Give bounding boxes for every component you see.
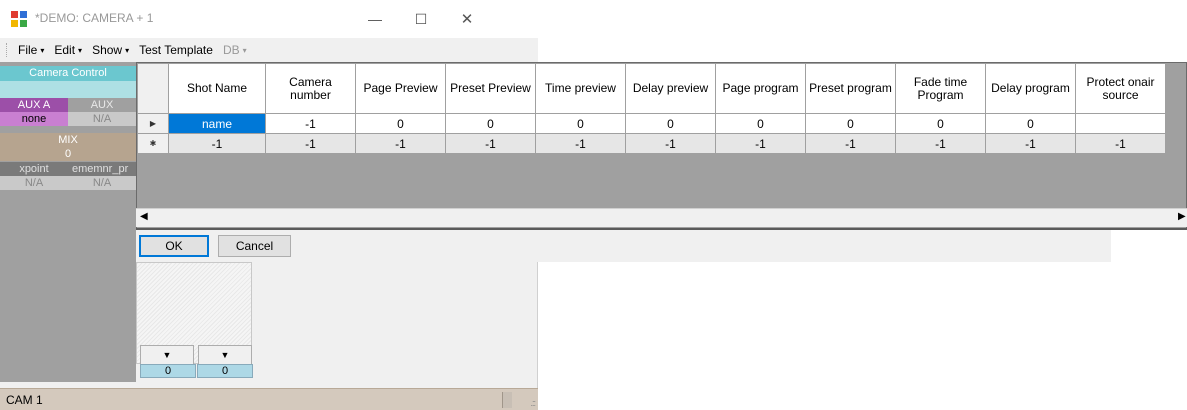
- menu-db[interactable]: DB ▾: [218, 43, 252, 57]
- cancel-button[interactable]: Cancel: [218, 235, 291, 257]
- menu-file[interactable]: File ▾: [13, 43, 49, 57]
- column-header[interactable]: Page program: [715, 63, 806, 114]
- dropdown-1[interactable]: ▼: [140, 345, 194, 365]
- aux-label[interactable]: AUX: [68, 98, 136, 112]
- aux-a-label[interactable]: AUX A: [0, 98, 68, 112]
- table-cell[interactable]: 0: [445, 113, 536, 134]
- column-header[interactable]: Preset program: [805, 63, 896, 114]
- column-header[interactable]: Preset Preview: [445, 63, 536, 114]
- new-row-icon[interactable]: ✱: [137, 133, 169, 154]
- table-cell[interactable]: 0: [715, 113, 806, 134]
- camera-control-panel: Camera Control AUX A AUX none N/A MIX 0 …: [0, 62, 136, 382]
- horizontal-scrollbar[interactable]: ◀ ▶: [136, 208, 1187, 227]
- table-cell[interactable]: -1: [985, 133, 1076, 154]
- chevron-down-icon: ▾: [78, 46, 83, 55]
- table-cell[interactable]: -1: [265, 113, 356, 134]
- chevron-down-icon: ▾: [40, 46, 45, 55]
- table-cell[interactable]: 0: [985, 113, 1076, 134]
- ememnr-value[interactable]: N/A: [68, 176, 136, 190]
- dropdown-2[interactable]: ▼: [198, 345, 252, 365]
- chevron-down-icon: ▼: [220, 350, 230, 360]
- maximize-button[interactable]: ☐: [398, 0, 444, 38]
- minimize-button[interactable]: —: [352, 0, 398, 38]
- new-row[interactable]: ✱ -1 -1 -1 -1 -1 -1 -1 -1 -1 -1 -1: [137, 133, 1166, 154]
- value-field-1[interactable]: 0: [140, 364, 196, 378]
- menu-test-template[interactable]: Test Template: [134, 43, 218, 57]
- current-row-icon[interactable]: ▶: [137, 113, 169, 134]
- column-header[interactable]: Time preview: [535, 63, 626, 114]
- column-header[interactable]: Protect onair source: [1075, 63, 1166, 114]
- grid-table: Shot Name Camera number Page Preview Preset…: [137, 63, 1166, 154]
- table-cell[interactable]: -1: [168, 133, 266, 154]
- table-cell[interactable]: -1: [265, 133, 356, 154]
- status-bar: CAM 1 .::: [0, 388, 538, 410]
- dialog-button-bar: OK Cancel: [136, 230, 1111, 262]
- menu-edit[interactable]: Edit ▾: [49, 43, 87, 57]
- column-header[interactable]: Delay program: [985, 63, 1076, 114]
- status-segment: [502, 392, 512, 408]
- xpoint-label[interactable]: xpoint: [0, 162, 68, 176]
- aux-value[interactable]: N/A: [68, 112, 136, 126]
- column-header[interactable]: Camera number: [265, 63, 356, 114]
- table-cell[interactable]: 0: [805, 113, 896, 134]
- menu-show[interactable]: Show ▾: [87, 43, 134, 57]
- scroll-left-icon[interactable]: ◀: [140, 211, 148, 222]
- grid-corner[interactable]: [137, 63, 169, 114]
- table-cell[interactable]: -1: [355, 133, 446, 154]
- window-title: *DEMO: CAMERA + 1: [35, 11, 154, 25]
- chevron-down-icon: ▼: [162, 350, 172, 360]
- app-icon: [11, 11, 27, 27]
- close-button[interactable]: ✕: [444, 0, 490, 38]
- ok-button[interactable]: OK: [139, 235, 209, 257]
- resize-grip-icon[interactable]: .::: [530, 398, 535, 408]
- menu-bar: File ▾ Edit ▾ Show ▾ Test Template DB ▾: [0, 38, 538, 62]
- table-cell[interactable]: 0: [895, 113, 986, 134]
- data-grid: Shot Name Camera number Page Preview Preset…: [136, 62, 1187, 229]
- table-cell[interactable]: name: [168, 113, 266, 134]
- table-cell[interactable]: -1: [805, 133, 896, 154]
- table-cell[interactable]: -1: [1075, 133, 1166, 154]
- ememnr-label[interactable]: ememnr_pr: [68, 162, 136, 176]
- table-cell[interactable]: -1: [445, 133, 536, 154]
- table-cell[interactable]: 0: [355, 113, 446, 134]
- chevron-down-icon: ▾: [242, 46, 247, 55]
- table-cell[interactable]: -1: [625, 133, 716, 154]
- table-row[interactable]: ▶ name -1 0 0 0 0 0 0 0 0: [137, 113, 1166, 134]
- mix-label[interactable]: MIX: [0, 133, 136, 147]
- table-cell[interactable]: [1075, 113, 1166, 134]
- value-field-2[interactable]: 0: [197, 364, 253, 378]
- column-header[interactable]: Page Preview: [355, 63, 446, 114]
- table-cell[interactable]: 0: [535, 113, 626, 134]
- scroll-right-icon[interactable]: ▶: [1178, 211, 1186, 222]
- column-header[interactable]: Delay preview: [625, 63, 716, 114]
- column-header[interactable]: Shot Name: [168, 63, 266, 114]
- xpoint-value[interactable]: N/A: [0, 176, 68, 190]
- column-header[interactable]: Fade time Program: [895, 63, 986, 114]
- camera-control-header[interactable]: Camera Control: [0, 66, 136, 81]
- chevron-down-icon: ▾: [125, 46, 130, 55]
- table-cell[interactable]: 0: [625, 113, 716, 134]
- table-cell[interactable]: -1: [715, 133, 806, 154]
- status-label: CAM 1: [6, 393, 43, 407]
- aux-a-value[interactable]: none: [0, 112, 68, 126]
- camera-control-band: [0, 81, 136, 98]
- toolstrip-grip: [6, 43, 9, 57]
- table-cell[interactable]: -1: [535, 133, 626, 154]
- lower-panel: ▼ ▼: [136, 262, 252, 365]
- grid-bottom-border: [136, 228, 1187, 230]
- title-bar: *DEMO: CAMERA + 1 — ☐ ✕: [0, 0, 538, 38]
- table-cell[interactable]: -1: [895, 133, 986, 154]
- mix-value[interactable]: 0: [0, 147, 136, 161]
- grid-header-row: Shot Name Camera number Page Preview Preset…: [137, 63, 1166, 114]
